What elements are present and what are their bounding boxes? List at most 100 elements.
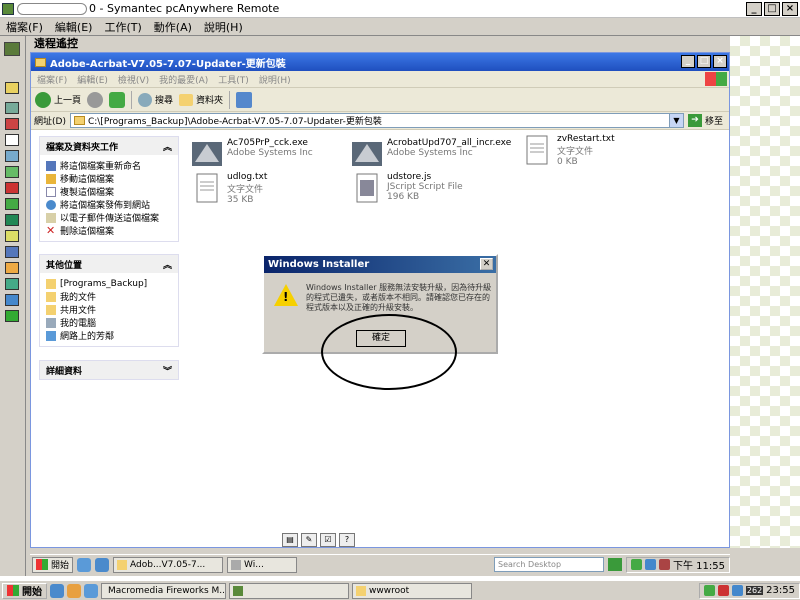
tray-icon[interactable] <box>731 585 743 596</box>
tool-icon[interactable] <box>5 214 19 226</box>
file-item[interactable]: zvRestart.txt 文字文件 0 KB <box>521 134 681 167</box>
help-icon[interactable] <box>5 82 19 94</box>
address-dropdown-icon[interactable]: ▼ <box>668 114 683 127</box>
place-shared-documents[interactable]: 共用文件 <box>46 303 172 316</box>
explorer-menu-file[interactable]: 檔案(F) <box>37 73 67 86</box>
remote-system-tray: 下午 11:55 <box>626 556 730 573</box>
minimize-button[interactable]: _ <box>746 2 762 16</box>
explorer-maximize-button[interactable]: □ <box>697 55 711 68</box>
tray-icon[interactable] <box>631 559 642 570</box>
menu-tasks[interactable]: 工作(T) <box>104 19 141 35</box>
close-button[interactable]: × <box>782 2 798 16</box>
search-button[interactable]: 搜尋 <box>138 92 173 107</box>
file-tasks-header[interactable]: 檔案及資料夾工作 ︽ <box>40 137 178 155</box>
menu-help[interactable]: 說明(H) <box>204 19 243 35</box>
help-icon[interactable]: ? <box>339 533 355 547</box>
desktop-search-input[interactable]: Search Desktop <box>494 557 604 572</box>
tray-icon[interactable] <box>645 559 656 570</box>
explorer-close-button[interactable]: × <box>713 55 727 68</box>
place-programs-backup[interactable]: [Programs_Backup] <box>46 277 172 290</box>
delete-icon: ✕ <box>46 223 56 237</box>
up-folder-icon[interactable] <box>109 91 126 108</box>
tool-icon[interactable] <box>5 150 19 162</box>
remote-task-explorer[interactable]: Adob...V7.05-7... <box>113 556 224 573</box>
go-button[interactable]: ➔ 移至 <box>687 114 729 127</box>
details-header[interactable]: 詳細資料 ︾ <box>40 361 178 379</box>
remote-start-button[interactable]: 開始 <box>32 556 74 573</box>
tool-icon[interactable] <box>5 246 19 258</box>
task-delete[interactable]: ✕ 刪除這個檔案 <box>46 223 172 238</box>
explorer-menu-edit[interactable]: 編輯(E) <box>77 73 108 86</box>
expand-panel-button[interactable] <box>4 42 20 56</box>
task-publish[interactable]: 將這個檔案發佈到網站 <box>46 198 172 211</box>
place-network[interactable]: 網路上的芳鄰 <box>46 329 172 342</box>
tray-icon[interactable] <box>659 559 670 570</box>
quicklaunch-icon[interactable] <box>84 583 98 598</box>
explorer-menu-help[interactable]: 說明(H) <box>259 73 291 86</box>
folder-icon <box>117 559 128 570</box>
tool-icon[interactable] <box>5 198 19 210</box>
address-bar: 網址(D) C:\[Programs_Backup]\Adobe-Acrbat-… <box>31 112 729 130</box>
ie-icon[interactable] <box>50 583 64 598</box>
tool-icon[interactable] <box>5 230 19 242</box>
floating-toolbar: ▤ ✎ ☑ ? <box>282 532 366 548</box>
remote-task-installer[interactable]: Wi... <box>227 556 298 573</box>
place-my-computer[interactable]: 我的電腦 <box>46 316 172 329</box>
search-go-button[interactable] <box>608 558 622 571</box>
tool-icon[interactable] <box>5 166 19 178</box>
maximize-button[interactable]: □ <box>764 2 780 16</box>
tray-icon[interactable] <box>703 585 715 596</box>
explorer-menu-favorites[interactable]: 我的最愛(A) <box>159 73 208 86</box>
file-item[interactable]: udlog.txt 文字文件 35 KB <box>191 172 351 205</box>
tool-icon[interactable] <box>5 118 19 130</box>
ok-button[interactable]: 確定 <box>356 330 406 347</box>
quicklaunch-icon[interactable] <box>67 583 81 598</box>
tool-icon[interactable] <box>5 182 19 194</box>
quicklaunch-icon[interactable] <box>95 557 110 572</box>
file-item[interactable]: AcrobatUpd707_all_incr.exe Adobe Systems … <box>351 138 511 170</box>
start-button[interactable]: 開始 <box>2 582 47 599</box>
collapse-icon[interactable]: ︽ <box>163 258 172 271</box>
expand-icon[interactable]: ︾ <box>163 364 172 377</box>
dialog-close-button[interactable]: ✕ <box>480 258 493 270</box>
collapse-icon[interactable]: ︽ <box>163 140 172 153</box>
pen-icon[interactable]: ✎ <box>301 533 317 547</box>
redacted-host <box>17 2 87 15</box>
address-input[interactable]: C:\[Programs_Backup]\Adobe-Acrbat-V7.05-… <box>69 113 684 128</box>
forward-button[interactable] <box>87 91 104 108</box>
tool-icon[interactable] <box>5 262 19 274</box>
explorer-menu-tools[interactable]: 工具(T) <box>218 73 249 86</box>
tool-icon[interactable] <box>5 102 19 114</box>
task-copy[interactable]: 複製這個檔案 <box>46 185 172 198</box>
check-icon[interactable]: ☑ <box>320 533 336 547</box>
tool-icon[interactable] <box>5 278 19 290</box>
system-tray: 262 23:55 <box>698 582 800 599</box>
tray-icon[interactable] <box>717 585 729 596</box>
task-fireworks[interactable]: Macromedia Fireworks M... <box>101 582 226 599</box>
other-places-header[interactable]: 其他位置 ︽ <box>40 255 178 273</box>
task-move[interactable]: 移動這個檔案 <box>46 172 172 185</box>
explorer-minimize-button[interactable]: _ <box>681 55 695 68</box>
quicklaunch-icon[interactable] <box>77 557 92 572</box>
place-my-documents[interactable]: 我的文件 <box>46 290 172 303</box>
address-value: C:\[Programs_Backup]\Adobe-Acrbat-V7.05-… <box>87 117 382 127</box>
menu-file[interactable]: 檔案(F) <box>6 19 43 35</box>
task-pcanywhere[interactable] <box>229 582 349 599</box>
file-item[interactable]: udstore.js JScript Script File 196 KB <box>351 172 511 204</box>
explorer-title-bar: Adobe-Acrbat-V7.05-7.07-Updater-更新包裝 _ □… <box>31 53 729 71</box>
tool-icon[interactable] <box>5 134 19 146</box>
file-item[interactable]: Ac705PrP_cck.exe Adobe Systems Inc <box>191 138 351 170</box>
folders-button[interactable]: 資料夾 <box>179 93 223 106</box>
explorer-menu-view[interactable]: 檢視(V) <box>118 73 149 86</box>
menu-actions[interactable]: 動作(A) <box>154 19 192 35</box>
back-button[interactable]: 上一頁 <box>35 91 81 108</box>
tool-icon[interactable] <box>5 310 19 322</box>
menu-edit[interactable]: 編輯(E) <box>55 19 93 35</box>
views-icon[interactable] <box>236 91 253 108</box>
print-icon[interactable]: ▤ <box>282 533 298 547</box>
task-rename[interactable]: 將這個檔案重新命名 <box>46 159 172 172</box>
tool-icon[interactable] <box>5 294 19 306</box>
task-email[interactable]: 以電子郵件傳送這個檔案 <box>46 211 172 224</box>
tray-badge[interactable]: 262 <box>745 586 764 595</box>
task-wwwroot[interactable]: wwwroot <box>352 582 472 599</box>
